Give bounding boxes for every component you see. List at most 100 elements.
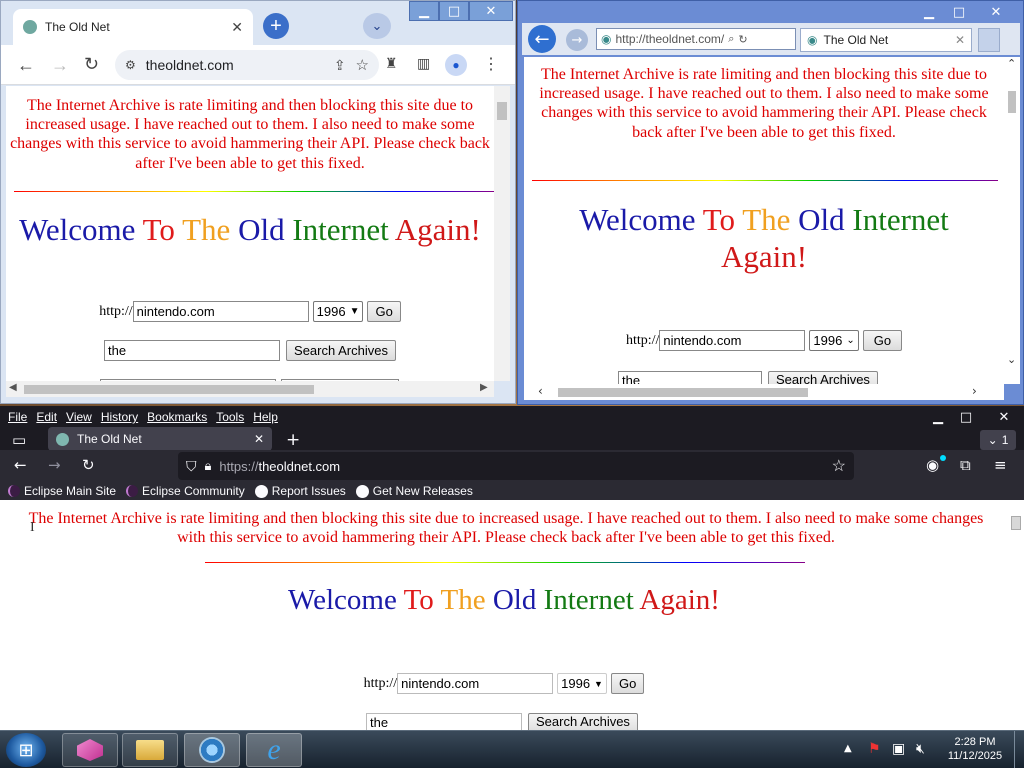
star-icon[interactable]: ☆ (832, 456, 846, 476)
go-button[interactable]: Go (367, 301, 401, 322)
volume-muted-icon[interactable]: 🔇︎ (916, 741, 925, 757)
menu-bookmarks[interactable]: Bookmarks (147, 410, 207, 424)
ie-horizontal-scrollbar[interactable]: ‹ › (524, 384, 1004, 400)
forward-icon[interactable]: → (51, 55, 69, 76)
firefox-vertical-scrollbar[interactable] (1008, 500, 1024, 730)
menu-history[interactable]: History (101, 410, 138, 424)
firefox-tab[interactable]: The Old Net ✕ (48, 427, 272, 451)
ie-new-tab[interactable] (978, 28, 1000, 52)
profile-icon[interactable]: ● (445, 54, 467, 76)
clock-time: 2:28 PM (954, 736, 996, 748)
menu-tools[interactable]: Tools (216, 410, 244, 424)
taskbar-chrome[interactable] (184, 733, 240, 767)
ie-tab[interactable]: ◉ The Old Net ✕ (800, 28, 972, 52)
url-input[interactable]: nintendo.com (132, 301, 309, 322)
forward-button[interactable]: → (566, 29, 588, 51)
ie-address-bar[interactable]: ◉ http://theoldnet.com/ ⌕ ↻ (596, 28, 796, 50)
search-icon[interactable]: ⌕ (728, 33, 734, 46)
start-button[interactable]: ⊞ (6, 733, 46, 767)
minimize-button[interactable]: ▁ (409, 1, 439, 21)
windows-logo-icon: ⊞ (18, 739, 34, 761)
go-button[interactable]: Go (862, 330, 903, 351)
eclipse-icon (8, 485, 20, 497)
lock-icon[interactable]: 🔒︎ (205, 458, 212, 474)
account-icon[interactable]: ◉ (926, 456, 939, 474)
side-panel-icon[interactable]: ▥ (417, 55, 430, 72)
menu-view[interactable]: View (66, 410, 92, 424)
new-tab-button[interactable]: + (263, 13, 289, 39)
bookmark-get-new-releases[interactable]: Get New Releases (355, 484, 473, 498)
maximize-button[interactable]: □ (439, 1, 469, 21)
search-archives-button[interactable]: Search Archives (528, 713, 638, 730)
firefox-url-bar[interactable]: ⛉ 🔒︎ https://theoldnet.com ☆ (178, 452, 854, 480)
back-icon[interactable]: ← (17, 55, 35, 76)
go-button[interactable]: Go (610, 673, 645, 694)
bookmark-eclipse-community[interactable]: Eclipse Community (126, 484, 245, 498)
reload-icon[interactable]: ↻ (84, 54, 99, 75)
new-tab-icon[interactable]: + (286, 430, 300, 450)
extensions-icon[interactable]: ♜ (385, 55, 398, 72)
maximize-button[interactable]: □ (944, 3, 974, 21)
menu-edit[interactable]: Edit (36, 410, 57, 424)
bookmark-report-issues[interactable]: Report Issues (254, 484, 346, 498)
maximize-button[interactable]: □ (952, 408, 980, 426)
close-icon[interactable]: ✕ (231, 19, 243, 36)
ie-vertical-scrollbar[interactable]: ⌃ ⌄ (1004, 57, 1020, 384)
minimize-button[interactable]: ▁ (914, 3, 944, 21)
menu-icon[interactable]: ≡ (994, 456, 1007, 474)
chrome-omnibox[interactable]: ⚙ theoldnet.com ⇪ ☆ (115, 50, 379, 80)
close-button[interactable]: ✕ (974, 3, 1018, 21)
chrome-tab[interactable]: The Old Net ✕ (13, 9, 253, 45)
share-icon[interactable]: ⇪ (334, 57, 346, 74)
search-archives-button[interactable]: Search Archives (768, 371, 878, 384)
chrome-page: The Internet Archive is rate limiting an… (6, 86, 494, 381)
reload-icon[interactable]: ↻ (82, 456, 95, 474)
tab-search-button[interactable]: ⌄ (363, 13, 391, 39)
show-desktop-button[interactable] (1014, 731, 1024, 768)
clock[interactable]: 2:28 PM 11/12/2025 (940, 735, 1010, 764)
close-button[interactable]: ✕ (990, 408, 1018, 426)
search-input[interactable]: the (618, 371, 762, 384)
close-icon[interactable]: ✕ (955, 33, 965, 47)
site-info-icon[interactable]: ⚙ (125, 58, 136, 72)
search-form: the Search Archives (6, 340, 494, 361)
search-input[interactable]: the (366, 713, 522, 730)
back-button[interactable]: ← (528, 25, 556, 53)
year-select[interactable]: 1996 ▼ (312, 301, 364, 322)
minimize-button[interactable]: ▁ (924, 408, 952, 426)
notice-text: The Internet Archive is rate limiting an… (539, 66, 989, 141)
back-icon[interactable]: ← (14, 456, 27, 474)
search-input[interactable]: the (104, 340, 281, 361)
forward-icon[interactable]: → (48, 456, 61, 474)
close-button[interactable]: ✕ (469, 1, 513, 21)
ie-window: ▁ □ ✕ ← → ◉ http://theoldnet.com/ ⌕ ↻ ◉ … (517, 0, 1024, 405)
flag-icon[interactable]: ⚑ (868, 741, 881, 757)
refresh-icon[interactable]: ↻ (738, 33, 747, 46)
taskbar-app-1[interactable] (62, 733, 118, 767)
firefox-view-icon[interactable]: ▭ (12, 431, 26, 449)
show-hidden-icons-icon[interactable]: ▲ (844, 743, 852, 754)
taskbar-file-explorer[interactable] (122, 733, 178, 767)
year-select[interactable]: 1996 ⌄ (809, 330, 859, 351)
url-input[interactable]: nintendo.com (397, 673, 554, 694)
menu-help[interactable]: Help (253, 410, 278, 424)
close-icon[interactable]: ✕ (254, 432, 264, 446)
list-all-tabs-button[interactable]: ⌄ 1 (980, 430, 1016, 450)
chrome-vertical-scrollbar[interactable] (494, 86, 510, 381)
extensions-icon[interactable]: ⧉ (960, 456, 971, 474)
url-input[interactable]: nintendo.com (659, 330, 806, 351)
taskbar-internet-explorer[interactable]: e (246, 733, 302, 767)
chrome-horizontal-scrollbar[interactable]: ◀ ▶ (6, 381, 494, 397)
tracking-protection-icon[interactable]: ⛉ (186, 458, 197, 475)
menu-file[interactable]: File (8, 410, 27, 424)
search-form-partial: the Search Archives (366, 713, 666, 730)
forward-icon: → (571, 32, 583, 48)
menu-icon[interactable]: ⋮ (483, 54, 499, 74)
http-label: http:// (99, 303, 133, 319)
bookmark-eclipse-main[interactable]: Eclipse Main Site (8, 484, 116, 498)
network-icon[interactable]: ▣ (892, 741, 905, 757)
star-icon[interactable]: ☆ (356, 56, 369, 74)
divider (532, 180, 998, 181)
year-select[interactable]: 1996 ▼ (557, 673, 607, 694)
search-archives-button[interactable]: Search Archives (286, 340, 396, 361)
